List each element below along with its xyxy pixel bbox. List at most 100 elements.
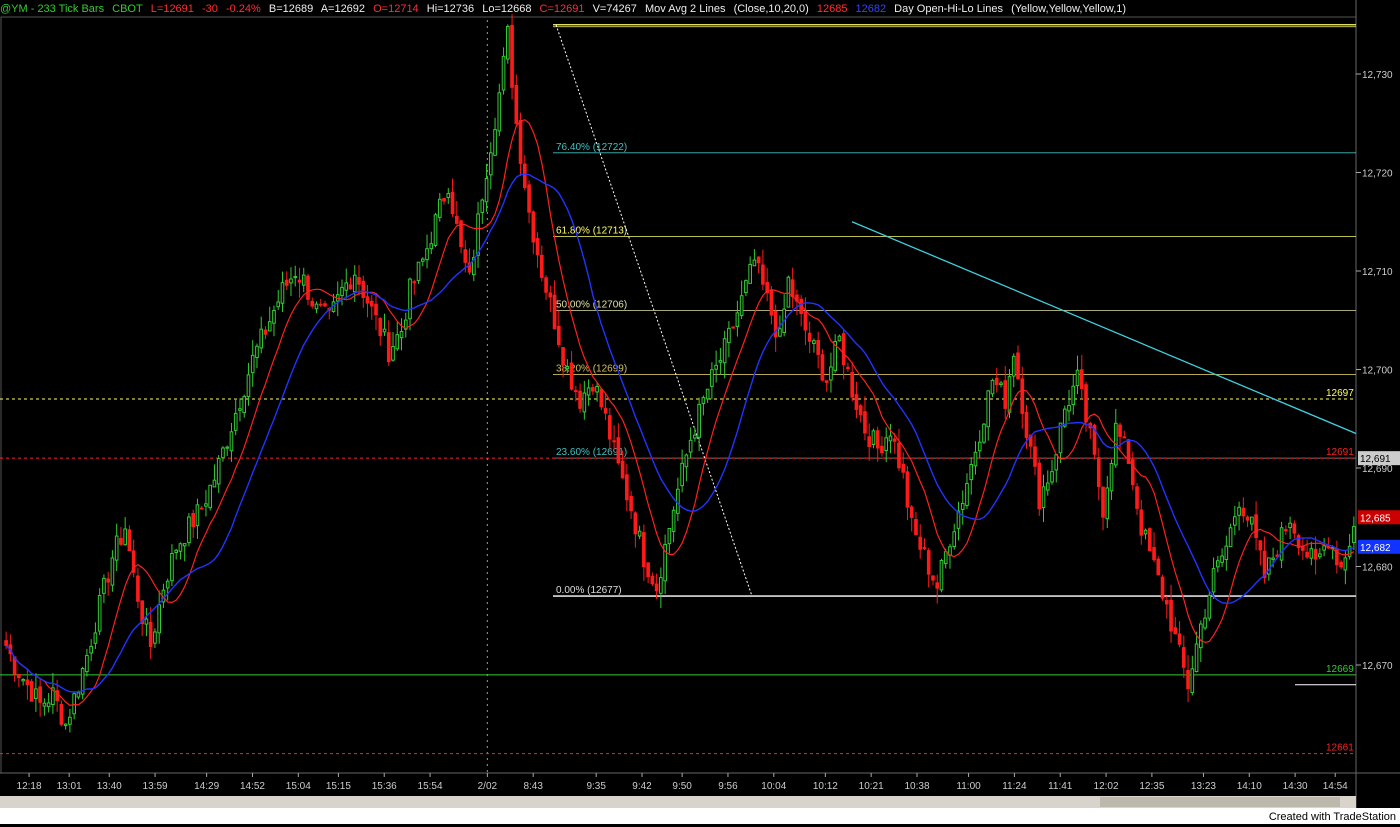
candle-down [199, 507, 204, 510]
candle-down [323, 303, 327, 307]
candle-down [450, 191, 455, 215]
candle-up [72, 693, 76, 715]
candle-up [1224, 545, 1229, 560]
candle-up [688, 439, 693, 453]
candle-down [922, 547, 927, 550]
candle-down [875, 430, 880, 449]
scrollbar-thumb [1100, 797, 1340, 807]
x-tick-label: 15:54 [418, 781, 443, 792]
candle-up [684, 454, 689, 468]
candle-up [488, 152, 493, 176]
candle-down [905, 471, 910, 508]
candle-down [901, 463, 906, 473]
price-levels: 76.40% (12722) 61.80% (12713) 50.00% (1270… [0, 24, 1357, 755]
ma-study-params: (Close,10,20,0) [733, 3, 809, 15]
candle-up [990, 379, 995, 395]
candle-up [420, 258, 425, 262]
chart-svg[interactable]: 76.40% (12722) 61.80% (12713) 50.00% (1270… [0, 0, 1400, 824]
candle-down [1186, 669, 1190, 690]
x-tick-label: 2/02 [478, 781, 498, 792]
x-tick-label: 14:54 [1323, 781, 1348, 792]
candle-down [1305, 551, 1309, 558]
candle-down [756, 256, 761, 264]
candle-up [1322, 545, 1326, 551]
candle-down [284, 279, 289, 286]
x-tick-label: 10:04 [761, 781, 786, 792]
candle-down [650, 575, 655, 585]
y-tick-label: 12,720 [1362, 169, 1393, 180]
candle-down [790, 279, 795, 298]
candle-up [301, 274, 306, 286]
candle-up [999, 382, 1003, 386]
price-chart[interactable]: 76.40% (12722) 61.80% (12713) 50.00% (1270… [0, 0, 1400, 824]
candle-down [1003, 380, 1008, 409]
candle-down [1147, 528, 1152, 552]
candle-up [748, 263, 752, 284]
x-tick-label: 15:15 [326, 781, 351, 792]
candle-up [1143, 529, 1148, 535]
candle-up [85, 654, 89, 673]
candle-up [1041, 486, 1046, 509]
candle-up [1190, 668, 1195, 694]
y-tick-label: 12,730 [1362, 70, 1393, 81]
price-line-label: 12697 [1326, 388, 1354, 399]
x-tick-label: 14:30 [1283, 781, 1308, 792]
fib-label: 0.00% (12677) [556, 585, 622, 596]
candle-down [357, 277, 361, 285]
candle-up [259, 328, 264, 349]
candle-down [310, 300, 315, 307]
candle-up [123, 528, 127, 546]
candle-up [110, 557, 115, 586]
candle-down [1084, 384, 1088, 423]
x-tick-label: 13:59 [143, 781, 168, 792]
candlesticks [4, 14, 1356, 733]
candle-up [114, 535, 119, 561]
candle-up [744, 280, 748, 294]
x-axis[interactable]: 12:18 13:01 13:40 13:59 14:29 14:52 15:04 15:15… [0, 773, 1400, 824]
y-axis[interactable]: 12,730 12,720 12,710 12,700 12,690 12,680 12,6… [1356, 70, 1400, 672]
candle-down [510, 24, 514, 88]
candle-up [1075, 369, 1080, 387]
candle-up [391, 346, 395, 361]
candle-up [416, 261, 421, 282]
candle-down [1033, 446, 1037, 467]
last-price: L=12691 [150, 3, 194, 15]
ma-fast-value: 12685 [816, 3, 848, 15]
candle-up [1054, 454, 1059, 471]
y-tick-label: 12,710 [1362, 267, 1393, 278]
candle-down [263, 329, 268, 335]
candle-down [1152, 547, 1156, 561]
candle-down [1292, 523, 1297, 534]
x-tick-label: 9:42 [632, 781, 652, 792]
candle-up [272, 309, 276, 324]
exchange-label: CBOT [112, 3, 143, 15]
candle-down [527, 184, 531, 213]
candle-up [229, 431, 234, 452]
candle-up [722, 338, 727, 364]
candle-down [608, 415, 612, 440]
day-lines-params: (Yellow,Yellow,Yellow,1) [1011, 3, 1127, 15]
x-tick-label: 9:56 [718, 781, 738, 792]
y-tick-label: 12,670 [1362, 661, 1393, 672]
axis-price-marker-label: 12,691 [1360, 454, 1391, 465]
candle-up [786, 276, 791, 308]
plot-frame [0, 16, 1357, 774]
candle-down [1016, 352, 1020, 380]
candle-down [1284, 529, 1288, 532]
candle-down [1245, 516, 1250, 521]
candle-up [727, 327, 731, 344]
candle-down [1096, 457, 1101, 487]
candle-up [221, 447, 225, 459]
candle-up [493, 129, 497, 156]
candle-down [119, 537, 123, 545]
candle-up [34, 688, 38, 700]
candle-up [46, 702, 51, 708]
candle-down [633, 512, 638, 535]
candle-up [812, 340, 816, 344]
x-tick-label: 12:18 [17, 781, 42, 792]
candle-down [318, 303, 323, 306]
x-tick-label: 9:50 [672, 781, 692, 792]
candle-up [63, 723, 68, 727]
candle-up [659, 577, 663, 594]
candle-up [1347, 545, 1352, 557]
